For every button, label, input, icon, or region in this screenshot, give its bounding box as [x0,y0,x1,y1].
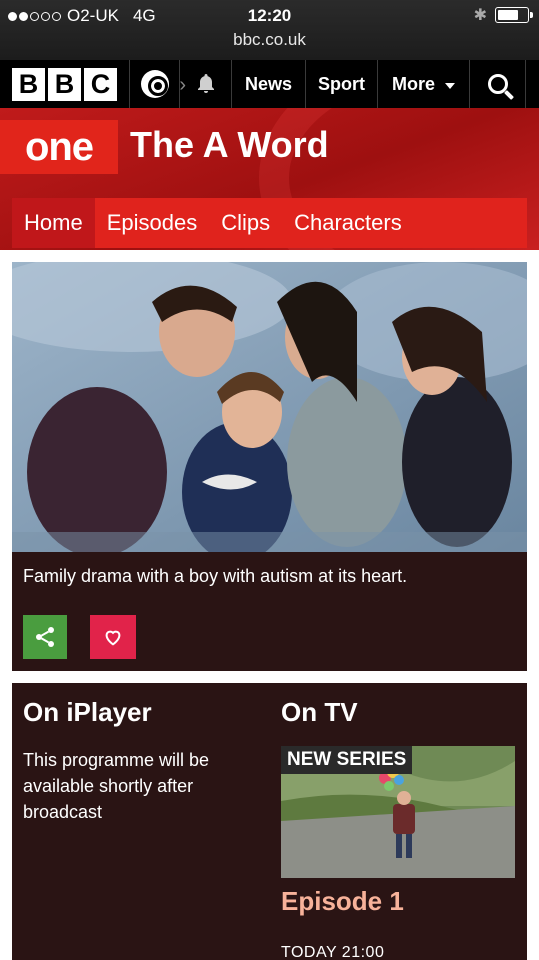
on-iplayer-heading: On iPlayer [23,697,152,727]
availability-card: On iPlayer This programme will be availa… [12,683,527,960]
family-photo [12,262,527,552]
episode-title-link[interactable]: Episode 1 [281,886,404,917]
new-series-badge: NEW SERIES [281,746,413,774]
hero-image[interactable] [12,262,527,552]
hero-description: Family drama with a boy with autism at i… [23,566,408,586]
chevron-right-icon: › [179,74,186,96]
tab-clips[interactable]: Clips [209,198,282,248]
bluetooth-icon: ✱ [473,7,487,24]
bbc-logo-letter: B [48,67,81,101]
tab-characters[interactable]: Characters [282,198,414,248]
episode-thumbnail[interactable]: NEW SERIES [281,746,515,878]
account-button[interactable]: › [130,60,186,108]
hero-card: Family drama with a boy with autism at i… [12,262,527,671]
search-button[interactable] [470,60,526,108]
bbc-logo-letter: B [12,67,45,101]
share-button[interactable] [23,615,67,659]
nav-sport[interactable]: Sport [306,60,378,108]
broadcast-time: TODAY 21:00 [281,944,385,960]
iplayer-availability-text: This programme will be available shortly… [23,750,210,822]
add-to-favourites-button[interactable] [90,615,136,659]
page-title[interactable]: The A Word [130,124,329,166]
on-tv-heading: On TV [281,697,358,727]
search-icon [487,74,508,94]
tab-home[interactable]: Home [12,198,95,248]
status-icons: ✱ [473,5,533,25]
bbc-logo[interactable]: B B C [0,60,130,108]
status-bar: O2-UK 4G 12:20 ✱ bbc.co.uk [0,0,539,60]
share-icon [36,627,54,647]
address-bar[interactable]: bbc.co.uk [0,30,539,50]
bbc-logo-letter: C [84,67,117,101]
nav-more-label: More [391,73,435,94]
notifications-bell-icon [197,74,214,93]
notifications-button[interactable] [180,60,232,108]
heart-icon [105,630,121,646]
bbc-one-logo[interactable]: one [0,120,118,174]
clock: 12:20 [247,6,292,25]
tab-episodes[interactable]: Episodes [95,198,210,248]
programme-header: one The A Word Home Episodes Clips Chara… [0,108,539,250]
battery-icon [495,7,533,23]
bbc-global-nav: B B C › News Sport More [0,60,539,108]
nav-news[interactable]: News [232,60,306,108]
chevron-down-icon [445,82,455,89]
account-icon [140,70,169,98]
programme-subnav: Home Episodes Clips Characters [12,198,527,248]
nav-more[interactable]: More [378,60,470,108]
